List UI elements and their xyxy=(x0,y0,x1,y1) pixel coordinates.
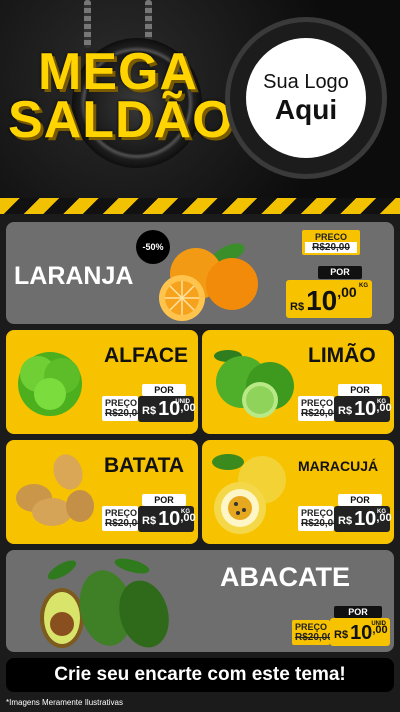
old-price-box: PRECO R$20,00 xyxy=(302,230,360,255)
por-label: POR xyxy=(338,384,382,396)
passion-fruit-illustration xyxy=(212,454,286,534)
por-label: POR xyxy=(142,384,186,396)
price-int: 10 xyxy=(306,285,338,316)
price-int: 10 xyxy=(158,508,181,530)
lettuce-illustration xyxy=(18,352,82,416)
price-int: 10 xyxy=(350,622,373,644)
headline: MEGA SALDÃO xyxy=(8,43,234,149)
preco-label: PREÇO xyxy=(301,508,334,518)
old-price-box: PREÇO R$20,00 xyxy=(298,396,339,421)
offer-card-limao: LIMÃO POR PREÇO R$20,00 R$ 10,00 KG xyxy=(202,330,394,434)
cta-banner[interactable]: Crie seu encarte com este tema! xyxy=(6,658,394,692)
new-price-box: R$ 10 ,00 KG xyxy=(286,280,372,318)
old-price-box: PREÇO R$20,00 xyxy=(298,506,339,531)
logo-badge: Sua Logo Aqui xyxy=(230,22,382,174)
logo-line1: Sua Logo xyxy=(263,70,349,93)
headline-line2: SALDÃO xyxy=(8,91,234,149)
potato-illustration xyxy=(16,454,94,526)
new-price-box: R$ 10,00 UNID xyxy=(138,396,196,422)
currency: R$ xyxy=(338,515,353,527)
offer-card-laranja: LARANJA -50% PRECO R$20,00 POR R$ 10 ,00… xyxy=(6,222,394,324)
currency: R$ xyxy=(338,405,353,417)
old-price: R$20,00 xyxy=(295,632,333,643)
unit: KG xyxy=(377,399,386,405)
headline-line1: MEGA xyxy=(38,43,198,101)
por-label: POR xyxy=(338,494,382,506)
flyer: MEGA SALDÃO Sua Logo Aqui LARANJA -50% P… xyxy=(0,0,400,712)
unit: UNID xyxy=(175,399,190,405)
unit: KG xyxy=(359,283,368,289)
offer-card-alface: ALFACE POR PREÇO R$20,00 R$ 10,00 UNID xyxy=(6,330,198,434)
currency: R$ xyxy=(290,301,305,313)
price-int: 10 xyxy=(354,508,377,530)
new-price-box: R$ 10,00 KG xyxy=(334,506,392,532)
preco-label: PRECO xyxy=(314,232,347,242)
unit: UNID xyxy=(371,621,386,627)
new-price-box: R$ 10,00 KG xyxy=(334,396,392,422)
preco-label: PREÇO xyxy=(295,622,328,632)
price-int: 10 xyxy=(354,398,377,420)
lime-illustration xyxy=(214,350,294,418)
product-name: LIMÃO xyxy=(308,344,376,367)
currency: R$ xyxy=(334,629,349,641)
avocado-illustration xyxy=(40,558,169,648)
product-name: ALFACE xyxy=(104,344,188,367)
por-label: POR xyxy=(318,266,362,279)
new-price-box: R$ 10,00 UNID xyxy=(330,618,390,646)
header-banner: MEGA SALDÃO Sua Logo Aqui xyxy=(0,0,400,198)
old-price-box: PREÇO R$20,00 xyxy=(102,506,143,531)
product-name: MARACUJÁ xyxy=(298,458,379,474)
preco-label: PREÇO xyxy=(301,398,334,408)
offer-card-batata: BATATA POR PREÇO R$20,00 R$ 10,00 KG xyxy=(6,440,198,544)
orange-illustration xyxy=(159,243,258,321)
disclaimer-note: *Imagens Meramente Ilustrativas xyxy=(6,698,123,707)
hazard-stripe xyxy=(0,198,400,214)
por-label: POR xyxy=(334,606,382,618)
offer-card-maracuja: MARACUJÁ POR PREÇO R$20,00 R$ 10,00 KG xyxy=(202,440,394,544)
unit: KG xyxy=(377,509,386,515)
unit: KG xyxy=(181,509,190,515)
price-cents: ,00 xyxy=(337,284,357,300)
product-name: BATATA xyxy=(104,454,185,477)
chain-left xyxy=(84,0,91,48)
logo-line2: Aqui xyxy=(274,93,338,125)
new-price-box: R$ 10,00 KG xyxy=(138,506,196,532)
currency: R$ xyxy=(142,515,157,527)
offer-card-abacate: ABACATE POR PREÇO R$20,00 R$ 10,00 UNID xyxy=(6,550,394,652)
por-label: POR xyxy=(142,494,186,506)
old-price-box: PREÇO R$20,00 xyxy=(292,620,333,645)
product-name: LARANJA xyxy=(14,262,134,290)
currency: R$ xyxy=(142,405,157,417)
old-price-box: PREÇO R$20,00 xyxy=(102,396,143,421)
preco-label: PREÇO xyxy=(105,508,138,518)
old-price: R$20,00 xyxy=(312,242,350,253)
preco-label: PREÇO xyxy=(105,398,138,408)
product-name: ABACATE xyxy=(220,562,350,592)
